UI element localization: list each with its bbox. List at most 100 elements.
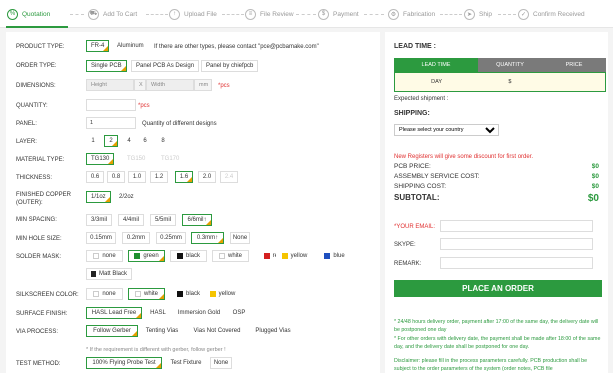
layer-1[interactable]: 1 <box>86 135 100 147</box>
thickness-1-0[interactable]: 1.0 <box>128 171 146 183</box>
shipping-cost-label: SHIPPING COST: <box>394 183 447 190</box>
hole-0-15[interactable]: 0.15mm <box>86 232 116 244</box>
hole-0-2[interactable]: 0.2mm <box>122 232 150 244</box>
mask-black[interactable]: black <box>170 250 207 262</box>
thickness-2-0[interactable]: 2.0 <box>198 171 216 183</box>
step-payment[interactable]: $ Payment <box>318 8 359 20</box>
order-type-panel-design[interactable]: Panel PCB As Design <box>131 60 200 72</box>
percent-icon: % <box>7 8 18 20</box>
order-type-panel-chief[interactable]: Panel by chiefpcb <box>201 60 259 72</box>
delivery-note-2: * For other orders with delivery date, t… <box>394 336 601 350</box>
copper-1oz[interactable]: 1/1oz <box>86 191 111 203</box>
skype-input[interactable] <box>440 238 593 250</box>
lead-time-table: LEAD TIME QUANTITY PRICE DAY $ <box>394 58 606 92</box>
step-upload-file[interactable]: ↑ Upload File <box>169 8 217 20</box>
spacing-4mil[interactable]: 4/4mil <box>118 214 144 226</box>
discount-note: New Registers will give some discount fo… <box>394 154 534 160</box>
via-label: VIA PROCESS: <box>16 329 59 335</box>
order-type-single[interactable]: Single PCB <box>86 60 127 72</box>
test-none[interactable]: None <box>210 357 232 369</box>
copper-2oz[interactable]: 2/2oz <box>114 191 139 203</box>
mask-white[interactable]: white <box>212 250 249 262</box>
email-label: *YOUR EMAIL: <box>394 224 436 230</box>
step-fabrication[interactable]: ⚙ Fabrication <box>388 8 435 20</box>
step-ship[interactable]: ➤ Ship <box>464 8 492 20</box>
via-tenting[interactable]: Tenting Vias <box>140 325 184 337</box>
finish-immersion-gold[interactable]: Immersion Gold <box>174 307 224 319</box>
copper-label-sub: (OUTER): <box>16 200 43 206</box>
quote-form-panel: PRODUCT TYPE: FR-4 Aluminum If there are… <box>6 32 380 373</box>
assembly-row: ASSEMBLY SERVICE COST: $0 <box>394 173 599 180</box>
skype-label: SKYPE: <box>394 242 416 248</box>
hole-none[interactable]: None <box>230 232 250 244</box>
col-quantity: QUANTITY <box>478 58 542 72</box>
height-input[interactable]: Height <box>86 79 134 91</box>
layer-4[interactable]: 4 <box>122 135 136 147</box>
test-fixture[interactable]: Test Fixture <box>166 357 206 369</box>
step-divider <box>440 14 462 15</box>
mask-none[interactable]: none <box>86 250 123 262</box>
qty-cell: $ <box>508 79 512 85</box>
thickness-1-6[interactable]: 1.6 <box>175 171 193 183</box>
panel-input[interactable]: 1 <box>86 117 136 129</box>
step-file-review[interactable]: ≡ File Review <box>245 8 294 20</box>
test-flying-probe[interactable]: 100% Flying Probe Test <box>86 357 162 369</box>
step-label: Ship <box>479 10 493 18</box>
email-input[interactable] <box>440 220 593 232</box>
layer-2[interactable]: 2 <box>104 135 118 147</box>
finish-hasl-lead-free[interactable]: HASL Lead Free <box>86 307 142 319</box>
via-follow-gerber[interactable]: Follow Gerber <box>86 325 138 337</box>
silk-yellow[interactable]: yellow <box>204 288 241 300</box>
step-label: Quotation <box>22 10 51 18</box>
hole-0-25[interactable]: 0.25mm <box>156 232 186 244</box>
finish-hasl[interactable]: HASL <box>146 307 170 319</box>
step-confirm-received[interactable]: ✓ Confirm Received <box>518 8 585 20</box>
width-input[interactable]: Width <box>146 79 194 91</box>
country-select[interactable]: Please select your country <box>394 124 499 136</box>
via-not-covered[interactable]: Vias Not Covered <box>188 325 246 337</box>
shipping-cost-value: $0 <box>591 183 599 190</box>
price-cell <box>542 73 605 91</box>
mask-none-label: none <box>102 253 116 259</box>
layer-6[interactable]: 6 <box>138 135 152 147</box>
product-type-fr4[interactable]: FR-4 <box>86 40 110 52</box>
step-label: Upload File <box>184 10 217 18</box>
delivery-note-1: * 24/48 hours delivery order, payment af… <box>394 319 599 333</box>
step-divider <box>498 14 516 15</box>
spacing-5mil[interactable]: 5/5mil <box>150 214 176 226</box>
lead-time-row[interactable]: DAY $ <box>394 72 606 92</box>
silk-none[interactable]: none <box>86 288 123 300</box>
spacing-3mil[interactable]: 3/3mil <box>86 214 112 226</box>
mask-blue[interactable]: blue <box>316 250 353 262</box>
remark-input[interactable] <box>440 257 593 269</box>
via-plugged[interactable]: Plugged Vias <box>250 325 296 337</box>
silk-white[interactable]: white <box>128 288 165 300</box>
shipping-title: SHIPPING: <box>394 110 430 117</box>
mask-green[interactable]: green <box>128 250 165 262</box>
thickness-0-6[interactable]: 0.6 <box>86 171 104 183</box>
swatch-black <box>176 253 183 259</box>
layer-label: LAYER: <box>16 139 37 145</box>
silk-black[interactable]: black <box>170 288 207 300</box>
layer-8[interactable]: 8 <box>156 135 170 147</box>
mask-yellow[interactable]: yellow <box>276 250 313 262</box>
thickness-1-2[interactable]: 1.2 <box>150 171 168 183</box>
step-quotation[interactable]: % Quotation <box>7 8 50 20</box>
ship-icon: ➤ <box>464 8 475 20</box>
step-add-to-cart[interactable]: ⛟ Add To Cart <box>88 8 137 20</box>
thickness-0-8[interactable]: 0.8 <box>107 171 125 183</box>
place-order-button[interactable]: PLACE AN ORDER <box>394 280 602 297</box>
swatch-black <box>176 291 183 297</box>
finish-osp[interactable]: OSP <box>228 307 250 319</box>
step-label: Add To Cart <box>103 10 138 18</box>
hole-0-3[interactable]: 0.3mm↑ <box>191 232 224 244</box>
quantity-input[interactable] <box>86 99 136 111</box>
product-type-aluminum[interactable]: Aluminum <box>112 40 149 52</box>
mask-matt-black[interactable]: Matt Black <box>86 268 132 280</box>
spacing-6mil[interactable]: 6/6mil↑ <box>182 214 212 226</box>
mask-green-label: green <box>143 253 159 259</box>
dimension-unit: mm <box>194 79 212 91</box>
material-tg130[interactable]: TG130 <box>86 153 115 165</box>
disclaimer-note: Disclaimer: please fill in the process p… <box>394 358 588 372</box>
file-review-icon: ≡ <box>245 8 256 20</box>
